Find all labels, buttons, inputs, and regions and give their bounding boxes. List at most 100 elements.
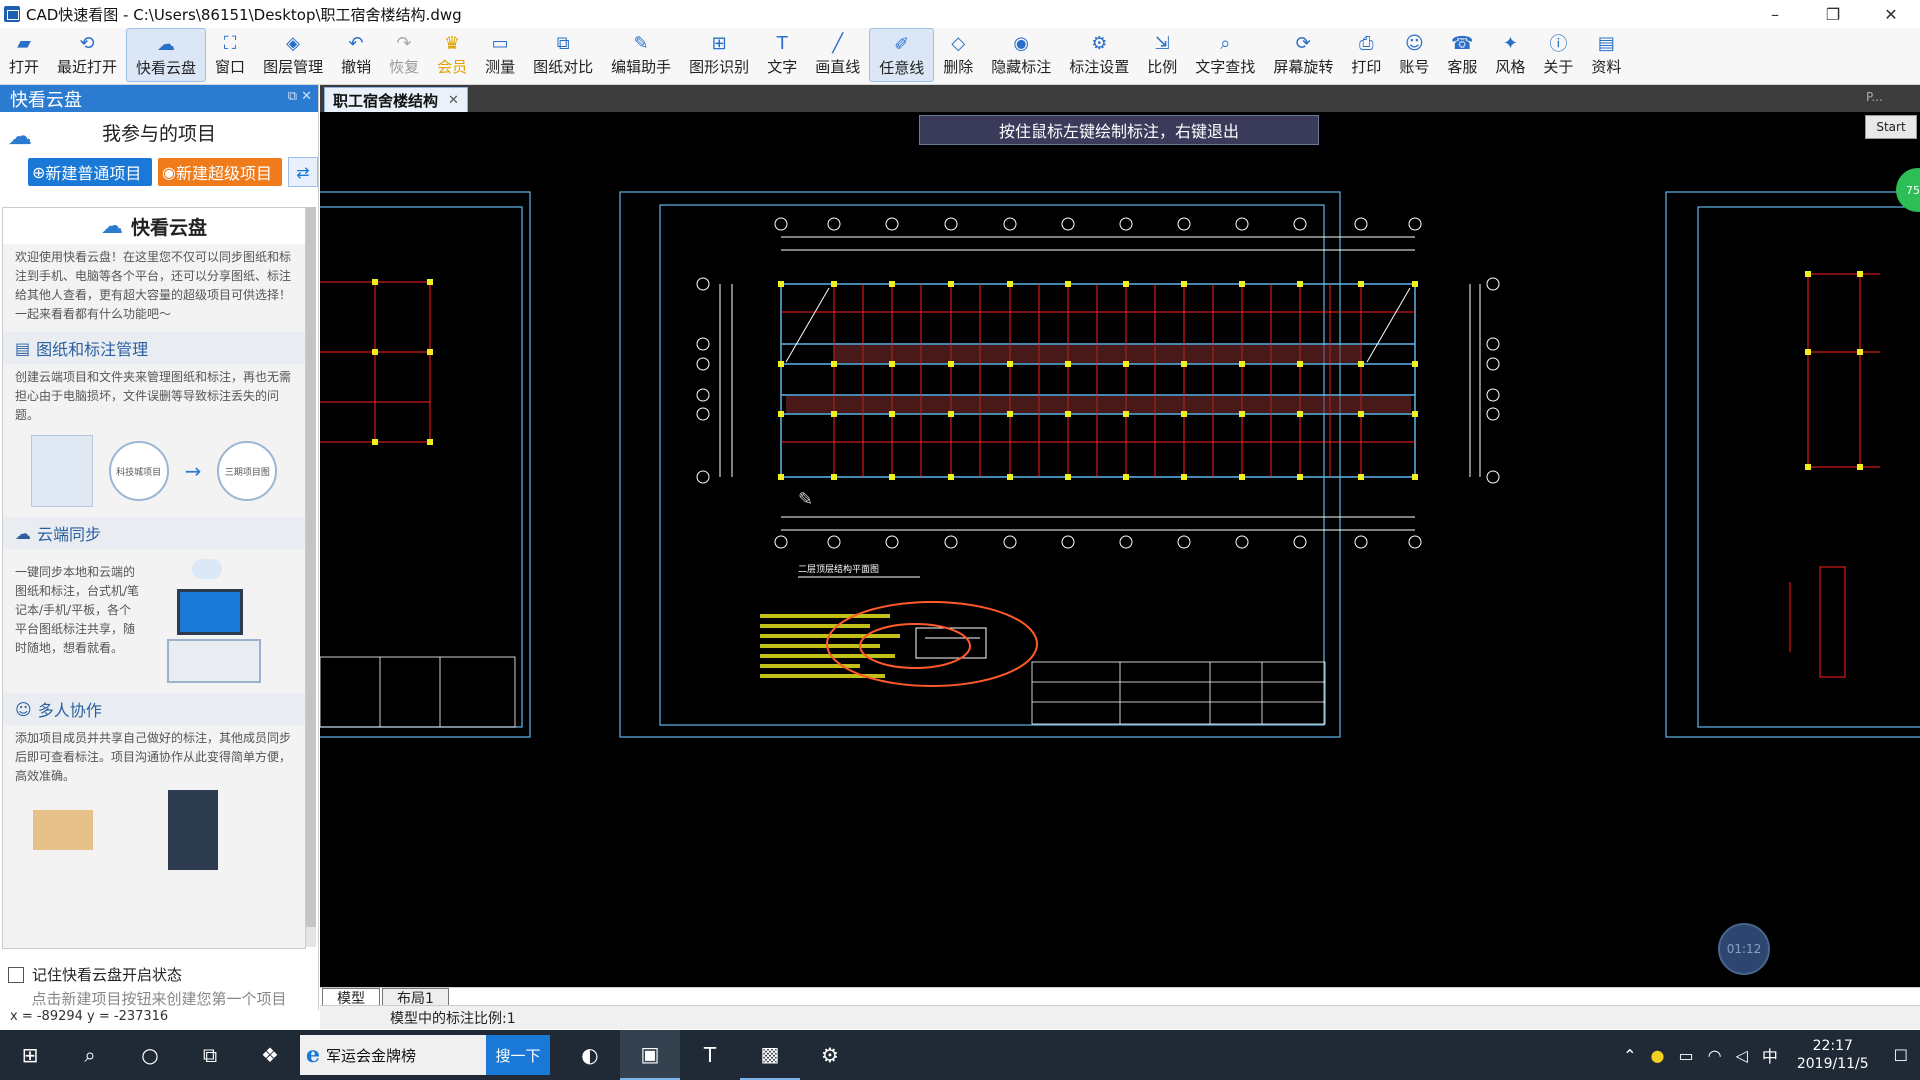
rotate-icon: ⟳ <box>1295 32 1311 54</box>
battery-icon[interactable]: ▭ <box>1678 1046 1693 1065</box>
support-icon: ☎ <box>1451 32 1474 54</box>
toolbar-hide-mark-button[interactable]: ◉ 隐藏标注 <box>982 28 1060 82</box>
toolbar-history-button[interactable]: ⟲ 最近打开 <box>48 28 126 82</box>
volume-icon[interactable]: ◁ <box>1736 1046 1748 1065</box>
mark-settings-icon: ⚙ <box>1091 32 1108 54</box>
tab-model[interactable]: 模型 <box>322 988 380 1007</box>
remember-checkbox[interactable] <box>8 966 24 983</box>
toolbar-label: 窗口 <box>215 58 246 76</box>
panel-title: 快看云盘 <box>130 216 207 239</box>
toolbar-support-button[interactable]: ☎ 客服 <box>1438 28 1486 82</box>
notes-block <box>760 614 900 678</box>
toolbar-cloud-button[interactable]: ☁ 快看云盘 <box>126 28 207 82</box>
pinned-app-icon[interactable]: ❖ <box>240 1030 300 1080</box>
toolbar-eraser-button[interactable]: ◇ 删除 <box>934 28 982 82</box>
chevron-up-icon[interactable]: ⌃ <box>1623 1046 1636 1065</box>
browser-search-button[interactable]: 搜一下 <box>486 1035 550 1075</box>
layers-icon: ◈ <box>286 32 300 54</box>
toolbar-text-search-button[interactable]: ⌕ 文字查找 <box>1186 28 1264 82</box>
toolbar-label: 编辑助手 <box>611 58 672 76</box>
toolbar-layers-button[interactable]: ◈ 图层管理 <box>254 28 332 82</box>
text-app-icon[interactable]: T <box>680 1030 740 1080</box>
remember-checkbox-row[interactable]: 记住快看云盘开启状态 <box>8 964 182 985</box>
section-title: 图纸和标注管理 <box>36 340 149 359</box>
tab-drawing[interactable]: 职工宿舍楼结构 ✕ <box>324 87 468 112</box>
toolbar-style-button[interactable]: ✦ 风格 <box>1486 28 1534 82</box>
cloud-icon: ☁ <box>157 33 176 55</box>
scale-icon: ⇲ <box>1154 32 1170 54</box>
notification-icon[interactable]: ☐ <box>1894 1046 1908 1065</box>
section-title: 多人协作 <box>37 701 102 720</box>
close-tab-icon[interactable]: ✕ <box>448 93 459 108</box>
sogou-icon[interactable]: ◐ <box>560 1030 620 1080</box>
status-bar: 模型中的标注比例:1 <box>320 1005 1920 1029</box>
history-icon: ⟲ <box>79 32 95 54</box>
sidebar-scrollbar[interactable] <box>306 207 316 947</box>
minimize-button[interactable]: – <box>1746 0 1804 28</box>
project-button-row: ⊕ 新建普通项目 ◉ 新建超级项目 ⇄ <box>0 152 318 192</box>
maximize-button[interactable]: ❐ <box>1804 0 1862 28</box>
sidebar-header: 快看云盘 ⧉ ✕ <box>0 85 318 112</box>
toolbar-folder-button[interactable]: ▰ 打开 <box>0 28 48 82</box>
remember-label: 记住快看云盘开启状态 <box>32 966 183 984</box>
toolbar-edit-assistant-button[interactable]: ✎ 编辑助手 <box>602 28 680 82</box>
scrollbar-thumb[interactable] <box>306 207 316 927</box>
cloud-sync-icon: ☁ <box>15 523 31 543</box>
toolbar-rotate-button[interactable]: ⟳ 屏幕旋转 <box>1264 28 1342 82</box>
close-button[interactable]: ✕ <box>1862 0 1920 28</box>
task-view-icon[interactable]: ⧉ <box>180 1030 240 1080</box>
sync-button[interactable]: ⇄ <box>288 157 318 187</box>
start-menu-icon[interactable]: ⊞ <box>0 1030 60 1080</box>
toolbar-label: 打开 <box>9 58 40 76</box>
section-title: 云端同步 <box>37 525 102 544</box>
tab-layout1[interactable]: 布局1 <box>382 988 449 1007</box>
detail-sketch <box>915 627 987 659</box>
toolbar-ruler-button[interactable]: ▭ 测量 <box>476 28 524 82</box>
section-header-drawings: ▤ 图纸和标注管理 <box>3 332 305 364</box>
settings-app-icon[interactable]: ⚙ <box>800 1030 860 1080</box>
project-circle: 三期项目图 <box>217 441 278 501</box>
toolbar-window-button[interactable]: ⛶ 窗口 <box>206 28 254 82</box>
new-normal-project-button[interactable]: ⊕ 新建普通项目 <box>28 158 152 186</box>
timer-badge[interactable]: 01:12 <box>1718 923 1770 975</box>
toolbar-compare-button[interactable]: ⧉ 图纸对比 <box>524 28 602 82</box>
toolbar-scale-button[interactable]: ⇲ 比例 <box>1138 28 1186 82</box>
collab-illustration <box>3 790 305 880</box>
drawing-canvas[interactable]: 二层顶层结构平面图 ✎ <box>320 112 1920 988</box>
p-box[interactable]: P... <box>1862 85 1918 109</box>
toolbar-info-button[interactable]: ⓘ 关于 <box>1534 28 1582 82</box>
cad-app-icon[interactable]: ▣ <box>620 1030 680 1080</box>
ime-indicator[interactable]: 中 <box>1762 1043 1778 1067</box>
cad-drawing: 二层顶层结构平面图 <box>320 191 1920 738</box>
start-button[interactable]: Start <box>1865 115 1917 139</box>
toolbar-redo-button[interactable]: ↷ 恢复 <box>380 28 428 82</box>
left-columns <box>372 279 433 445</box>
paint-app-icon[interactable]: ▩ <box>740 1030 800 1080</box>
toolbar-mark-settings-button[interactable]: ⚙ 标注设置 <box>1060 28 1138 82</box>
browser-search-box[interactable]: e 军运会金牌榜 <box>300 1035 486 1075</box>
toolbar-freehand-button[interactable]: ✐ 任意线 <box>869 28 935 82</box>
toolbar-docs-button[interactable]: ▤ 资料 <box>1582 28 1630 82</box>
toolbar-label: 恢复 <box>389 58 420 76</box>
toolbar-label: 标注设置 <box>1069 58 1130 76</box>
toolbar-account-button[interactable]: ☺ 账号 <box>1390 28 1438 82</box>
panel-title-row: ☁ 快看云盘 <box>3 208 305 244</box>
devices-illustration <box>152 549 292 689</box>
toolbar-shape-recognize-button[interactable]: ⊞ 图形识别 <box>680 28 758 82</box>
clock[interactable]: 22:17 2019/11/5 <box>1797 1037 1869 1073</box>
toolbar-label: 比例 <box>1147 58 1178 76</box>
sync-section-body: 一键同步本地和云端的图纸和标注，台式机/笔记本/手机/平板，各个平台图纸标注共享… <box>3 549 305 689</box>
sidebar-window-controls[interactable]: ⧉ ✕ <box>288 89 312 104</box>
coordinate-readout: x = -89294 y = -237316 <box>10 1009 169 1024</box>
toolbar-text-button[interactable]: T 文字 <box>758 28 806 82</box>
new-super-project-button[interactable]: ◉ 新建超级项目 <box>158 158 282 186</box>
toolbar-vip-button[interactable]: ♛ 会员 <box>428 28 476 82</box>
cloud-icon: ☁ <box>8 122 32 150</box>
toolbar-undo-button[interactable]: ↶ 撤销 <box>332 28 380 82</box>
toolbar-line-button[interactable]: ╱ 画直线 <box>806 28 869 82</box>
wifi-icon[interactable]: ◠ <box>1708 1046 1722 1065</box>
toolbar-print-button[interactable]: ⎙ 打印 <box>1342 28 1390 82</box>
cortana-icon[interactable]: ○ <box>120 1030 180 1080</box>
search-icon[interactable]: ⌕ <box>60 1030 120 1080</box>
security-icon[interactable]: ● <box>1650 1046 1664 1065</box>
